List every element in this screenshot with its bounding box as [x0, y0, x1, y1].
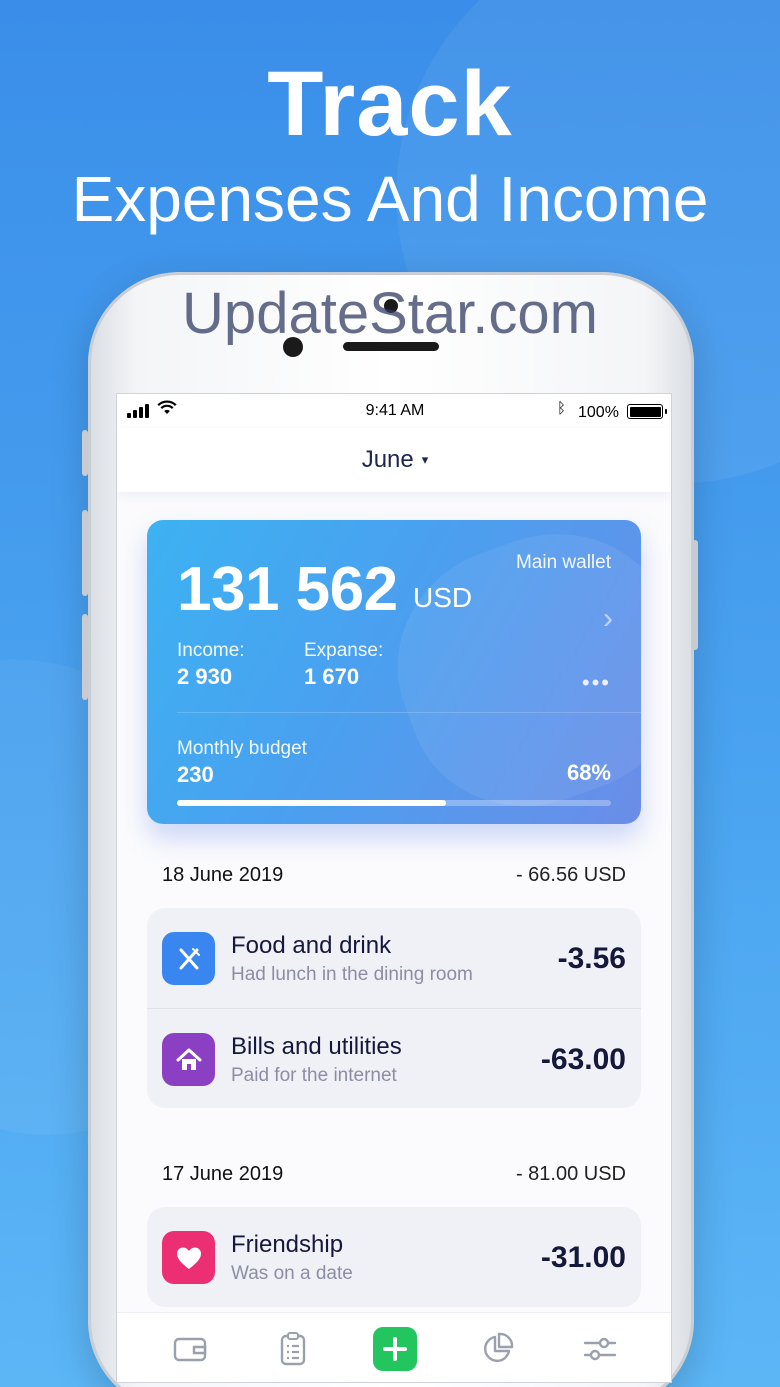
- transactions-scroll[interactable]: 131 562 USD Main wallet › Income: 2 930 …: [117, 492, 671, 1312]
- expense-label: Expanse:: [304, 640, 384, 661]
- tab-bar: [117, 1312, 671, 1382]
- plus-icon: [382, 1336, 407, 1361]
- wallet-name: Main wallet: [515, 552, 611, 573]
- tab-transactions[interactable]: [270, 1326, 316, 1372]
- more-dots-icon[interactable]: •••: [582, 670, 611, 696]
- house-icon: [162, 1033, 215, 1086]
- transaction-note: Had lunch in the dining room: [231, 964, 473, 985]
- promo-subheadline: Expenses And Income: [71, 163, 709, 235]
- budget-value: 230: [177, 762, 214, 787]
- wallet-currency: USD: [413, 582, 473, 613]
- day-date: 18 June 2019: [162, 864, 284, 886]
- day-date: 17 June 2019: [162, 1163, 284, 1185]
- battery-percent: 100%: [578, 404, 619, 421]
- transaction-title: Bills and utilities: [231, 1033, 402, 1060]
- transaction-title: Friendship: [231, 1231, 344, 1258]
- budget-progress-fill: [177, 800, 447, 806]
- income-value: 2 930: [177, 664, 233, 689]
- wallet-card[interactable]: 131 562 USD Main wallet › Income: 2 930 …: [147, 520, 641, 824]
- month-selector[interactable]: June ▾: [117, 428, 671, 492]
- sliders-icon: [583, 1337, 616, 1360]
- battery-icon: [627, 404, 667, 419]
- wallet-balance: 131 562: [177, 555, 398, 624]
- month-label: June: [361, 446, 414, 473]
- transaction-note: Was on a date: [231, 1263, 353, 1284]
- app-screen: 9:41 AM ᛒ 100% June ▾ 131 562 USD Main w…: [116, 393, 672, 1383]
- wallet-divider: [177, 712, 641, 713]
- bluetooth-icon: ᛒ: [557, 400, 567, 417]
- day-header: 17 June 2019 - 81.00 USD: [162, 1163, 626, 1186]
- chevron-right-icon[interactable]: ›: [603, 602, 613, 636]
- phone-mute-switch: [82, 430, 88, 476]
- watermark: UpdateStar.com: [182, 281, 598, 346]
- phone-power-button: [692, 540, 698, 650]
- phone-volume-up: [82, 510, 88, 596]
- add-button[interactable]: [372, 1326, 417, 1371]
- income-label: Income:: [177, 640, 245, 661]
- transaction-amount: -31.00: [540, 1241, 626, 1274]
- transaction-row[interactable]: Bills and utilities Paid for the interne…: [147, 1008, 641, 1108]
- budget-percent: 68%: [566, 760, 611, 785]
- status-bar: 9:41 AM ᛒ 100%: [117, 394, 671, 428]
- heart-icon: [162, 1231, 215, 1284]
- day-total: - 66.56 USD: [515, 864, 626, 886]
- day-transactions-card: Friendship Was on a date -31.00: [147, 1207, 641, 1307]
- tab-settings[interactable]: [577, 1326, 623, 1372]
- transaction-note: Paid for the internet: [231, 1065, 397, 1086]
- transaction-row[interactable]: Friendship Was on a date -31.00: [147, 1207, 641, 1307]
- tab-add[interactable]: [372, 1326, 418, 1372]
- expense-value: 1 670: [304, 664, 360, 689]
- pie-chart-icon: [484, 1332, 514, 1362]
- tab-wallet[interactable]: [167, 1326, 213, 1372]
- wallet-icon: [173, 1337, 207, 1361]
- transaction-row[interactable]: Food and drink Had lunch in the dining r…: [147, 908, 641, 1008]
- transaction-amount: -63.00: [540, 1043, 626, 1076]
- tab-statistics[interactable]: [474, 1326, 520, 1372]
- budget-label: Monthly budget: [177, 738, 307, 759]
- clipboard-list-icon: [280, 1331, 305, 1365]
- day-header: 18 June 2019 - 66.56 USD: [162, 864, 626, 887]
- phone-volume-down: [82, 614, 88, 700]
- caret-down-icon: ▾: [421, 452, 429, 467]
- promo-headline: Track: [267, 53, 513, 155]
- transaction-title: Food and drink: [231, 932, 392, 959]
- day-total: - 81.00 USD: [515, 1163, 626, 1185]
- budget-progress-bar: [177, 800, 611, 806]
- day-transactions-card: Food and drink Had lunch in the dining r…: [147, 908, 641, 1108]
- utensils-icon: [162, 932, 215, 985]
- transaction-amount: -3.56: [557, 942, 626, 975]
